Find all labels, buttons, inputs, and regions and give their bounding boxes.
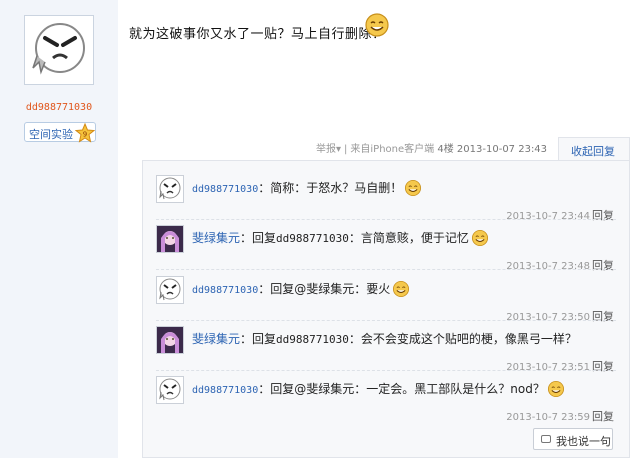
reply-username[interactable]: 斐绿集元 [192, 332, 240, 346]
collapse-replies-label: 收起回复 [571, 145, 615, 158]
reply-time: 2013-10-7 23:51 [506, 362, 590, 373]
reply-username[interactable]: dd988771030 [192, 184, 258, 195]
anime-girl-avatar-icon [157, 226, 183, 255]
reply-time: 2013-10-7 23:48 [506, 261, 590, 272]
reply-divider [156, 219, 616, 220]
reply-text: 回复 [252, 332, 277, 346]
reply-link[interactable]: 回复 [592, 310, 614, 323]
reply-divider [156, 320, 616, 321]
reply-time: 2013-10-7 23:50 [506, 312, 590, 323]
badge-level: 9 [83, 131, 87, 139]
angry-ghost-avatar-icon [157, 378, 183, 406]
reply-content: dd988771030：回复@斐绿集元：要火 [192, 280, 410, 301]
colon: ： [240, 231, 253, 245]
reply-avatar[interactable] [156, 326, 184, 354]
reply-text: 回复@斐绿集元 [270, 282, 355, 296]
reply-content: 斐绿集元：回复dd988771030：会不会变成这个贴吧的梗，像黑弓一样？ [192, 330, 577, 347]
angry-ghost-avatar-icon [32, 23, 85, 75]
reply-text-rest: ：一定会。黑工部队是什么？nod？ [354, 382, 545, 396]
reply-meta: 2013-10-7 23:51 回复 [506, 358, 614, 374]
reply-link[interactable]: 回复 [592, 209, 614, 222]
post-content: 就为这破事你又水了一贴？马上自行删除！ [129, 27, 386, 42]
badge-label: 空间实验 [29, 128, 73, 141]
member-badge[interactable]: 空间实验 9 [24, 122, 96, 143]
chevron-down-icon: ▾ [336, 144, 342, 155]
reply-link[interactable]: 回复 [592, 410, 614, 423]
colon: ： [240, 332, 253, 346]
reply-text-rest: ：会不会变成这个贴吧的梗，像黑弓一样？ [348, 332, 577, 346]
colon: ： [258, 282, 271, 296]
reply-time: 2013-10-7 23:44 [506, 211, 590, 222]
colon: ： [258, 382, 271, 396]
reply-meta: 2013-10-7 23:50 回复 [506, 308, 614, 324]
reply-avatar[interactable] [156, 376, 184, 404]
say-something-label: 我也说一句 [556, 435, 611, 448]
post-meta: 举报▾ | 来自iPhone客户端 4楼 2013-10-07 23:43 [316, 144, 548, 155]
colon: ： [258, 181, 271, 195]
reply-meta: 2013-10-7 23:44 回复 [506, 207, 614, 223]
reply-divider [156, 370, 616, 371]
say-something-button[interactable]: 我也说一句 [533, 428, 613, 450]
reply-username[interactable]: dd988771030 [192, 285, 258, 296]
reply-content: 斐绿集元：回复dd988771030：言简意赅，便于记忆 [192, 229, 489, 250]
level-star-icon: 9 [75, 123, 95, 143]
reply-meta: 2013-10-7 23:59 回复 [506, 408, 614, 424]
smile-emoji-icon [471, 229, 489, 250]
angry-ghost-avatar-icon [157, 278, 183, 306]
smile-emoji-icon [547, 380, 565, 401]
angry-ghost-avatar-icon [157, 177, 183, 205]
reply-target[interactable]: dd988771030 [276, 333, 349, 346]
reply-avatar[interactable] [156, 276, 184, 304]
smile-emoji-icon [392, 280, 410, 301]
reply-text: 回复@斐绿集元 [270, 382, 355, 396]
report-link[interactable]: 举报 [316, 144, 336, 155]
smile-emoji-icon [365, 13, 389, 37]
reply-text-rest: ：言简意赅，便于记忆 [348, 231, 469, 245]
reply-meta: 2013-10-7 23:48 回复 [506, 257, 614, 273]
smile-emoji-icon [404, 179, 422, 200]
collapse-replies-button[interactable]: 收起回复 [558, 137, 630, 161]
reply-text: 简称：于怒水？马自删！ [270, 181, 403, 195]
post-time: 2013-10-07 23:43 [456, 144, 548, 155]
reply-target[interactable]: dd988771030 [276, 232, 349, 245]
reply-text: 回复 [252, 231, 277, 245]
reply-username[interactable]: 斐绿集元 [192, 231, 240, 245]
reply-link[interactable]: 回复 [592, 360, 614, 373]
post-source: 来自iPhone客户端 [350, 144, 435, 155]
reply-time: 2013-10-7 23:59 [506, 412, 590, 423]
reply-content: dd988771030：简称：于怒水？马自删！ [192, 179, 422, 200]
floor-number: 4楼 [437, 144, 454, 155]
anime-girl-avatar-icon [157, 327, 183, 356]
reply-avatar[interactable] [156, 225, 184, 253]
reply-avatar[interactable] [156, 175, 184, 203]
reply-item: 斐绿集元：回复dd988771030：言简意赅，便于记忆 2013-10-7 23… [156, 225, 616, 283]
comment-icon [541, 435, 551, 443]
reply-divider [156, 269, 616, 270]
author-username[interactable]: dd988771030 [0, 102, 118, 113]
reply-item: dd988771030：回复@斐绿集元：一定会。黑工部队是什么？nod？ 2013… [156, 376, 616, 434]
reply-username[interactable]: dd988771030 [192, 385, 258, 396]
reply-content: dd988771030：回复@斐绿集元：一定会。黑工部队是什么？nod？ [192, 380, 565, 401]
reply-text-rest: ：要火 [354, 282, 391, 296]
reply-link[interactable]: 回复 [592, 259, 614, 272]
author-avatar[interactable] [24, 15, 94, 85]
